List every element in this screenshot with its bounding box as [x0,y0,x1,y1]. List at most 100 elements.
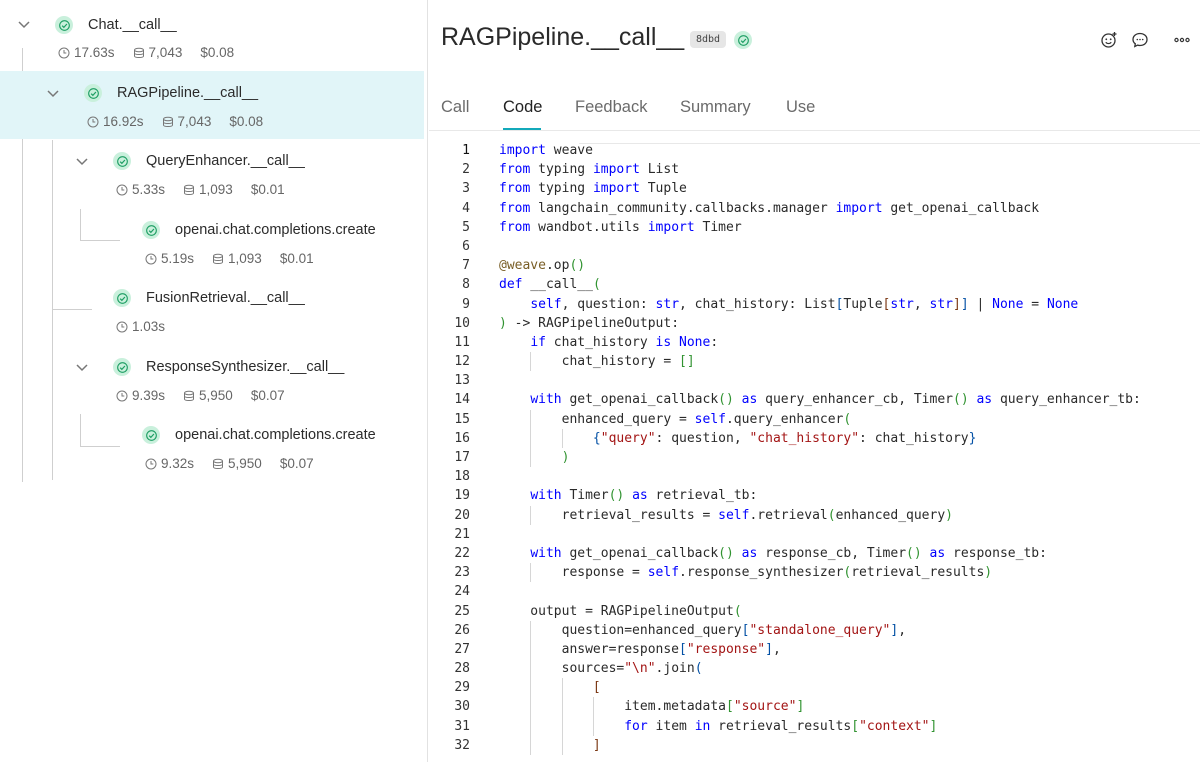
code-line: 26 question=enhanced_query["standalone_q… [429,620,1200,640]
node-cost: $0.01 [250,182,285,197]
tab-call[interactable]: Call [441,98,469,117]
chevron-down-icon[interactable] [45,85,61,101]
tree-node-name: Chat.__call__ [88,17,177,33]
code-text: with Timer() as retrieval_tb: [530,488,758,504]
success-check-icon [113,289,131,307]
line-number: 28 [454,661,470,677]
tree-node-chat-call[interactable]: Chat.__call__ 17.63s 7,043 $0.08 [0,3,424,71]
code-line: 1 import weave [429,141,1200,160]
tree-node-fusionretrieval-call[interactable]: FusionRetrieval.__call__ 1.03s [0,278,424,346]
tree-node-meta: 5.19s 1,093 $0.01 [145,251,314,266]
code-text: [ [592,680,601,696]
code-line: 9 self, question: str, chat_history: Lis… [429,295,1200,314]
tab-bar: Call Code Feedback Summary Use [429,84,1200,132]
code-text: response = self.response_synthesizer(ret… [499,565,993,581]
code-text: @weave.op() [499,258,586,274]
line-number: 22 [454,545,470,561]
line-number: 21 [454,526,470,542]
code-text: output = RAGPipelineOutput( [499,603,742,619]
call-detail-panel: RAGPipeline.__call__ 8dbd Call Code Feed… [429,0,1200,762]
tree-node-name: FusionRetrieval.__call__ [146,290,305,306]
tab-use[interactable]: Use [786,98,815,117]
tab-code[interactable]: Code [503,98,542,117]
node-duration: 5.33s [132,182,166,197]
add-reaction-icon[interactable] [1099,30,1119,50]
line-number: 14 [454,392,470,408]
code-line: 11 if chat_history is None: [429,333,1200,352]
node-duration: 17.63s [74,45,115,60]
success-check-icon [142,426,160,444]
success-check-icon [113,152,131,170]
code-text: from typing import List [499,162,680,178]
success-check-icon [55,16,73,34]
code-text: question=enhanced_query["standalone_quer… [499,622,907,638]
code-line: 17 ) [429,448,1200,468]
tab-feedback[interactable]: Feedback [575,98,647,117]
chevron-down-icon[interactable] [74,359,90,375]
divider [429,130,1200,131]
success-check-icon [113,358,131,376]
code-line: 24 [429,582,1200,601]
tree-node-responsesynthesizer-call[interactable]: ResponseSynthesizer.__call__ 9.39s 5,950… [0,346,424,414]
line-number: 15 [454,411,470,427]
page-title: RAGPipeline.__call__ [441,23,685,51]
version-hash-badge: 8dbd [690,31,727,48]
code-line: 31 for item in retrieval_results["contex… [429,716,1200,736]
line-number: 12 [454,354,470,370]
line-number: 4 [462,200,470,216]
token-icon [213,458,224,469]
comment-icon[interactable] [1130,30,1150,50]
code-line: 18 [429,467,1200,486]
code-text: if chat_history is None: [530,334,719,350]
success-check-icon [734,31,752,49]
tree-node-name: ResponseSynthesizer.__call__ [146,359,345,375]
tree-node-name: QueryEnhancer.__call__ [146,153,305,169]
code-text: {"query": question, "chat_history": chat… [592,430,977,446]
code-text: ) -> RAGPipelineOutput: [499,315,680,331]
line-number: 30 [454,699,470,715]
line-number: 19 [454,488,470,504]
node-cost: $0.01 [279,251,314,266]
clock-icon [145,253,157,264]
code-text: ) [561,450,570,465]
code-line: 14 with get_openai_callback() as query_e… [429,390,1200,409]
code-line: 22 with get_openai_callback() as respons… [429,544,1200,563]
token-icon [184,184,195,195]
code-text: retrieval_results = self.retrieval(enhan… [499,507,953,523]
line-number: 6 [462,238,470,254]
code-line: 7 @weave.op() [429,256,1200,275]
line-number: 11 [454,334,470,350]
clock-icon [58,47,70,58]
tab-summary[interactable]: Summary [680,98,751,117]
success-check-icon [84,84,102,102]
tree-node-openai-create-1[interactable]: openai.chat.completions.create 5.19s 1,0… [0,209,424,277]
code-text: from wandbot.utils import Timer [499,219,742,235]
code-line: 6 [429,237,1200,256]
node-cost: $0.07 [250,388,285,403]
code-text: ] [592,737,601,753]
code-line: 29 [ [429,678,1200,698]
tree-node-name: openai.chat.completions.create [175,427,376,443]
tree-node-openai-create-2[interactable]: openai.chat.completions.create 9.32s 5,9… [0,415,424,483]
line-number: 25 [454,603,470,619]
more-options-icon[interactable] [1172,30,1192,50]
line-number: 1 [462,143,470,158]
line-number: 26 [454,622,470,638]
line-number: 27 [454,641,470,657]
tree-node-meta: 16.92s 7,043 $0.08 [87,114,263,129]
code-text: from langchain_community.callbacks.manag… [499,200,1040,216]
tree-node-queryenhancer-call[interactable]: QueryEnhancer.__call__ 5.33s 1,093 $0.01 [0,140,424,208]
code-text: import weave [499,143,593,158]
tree-node-meta: 9.32s 5,950 $0.07 [145,456,314,471]
tree-node-ragpipeline-call[interactable]: RAGPipeline.__call__ 16.92s 7,043 $0.08 [0,71,424,139]
line-number: 3 [462,181,470,197]
success-check-icon [142,221,160,239]
chevron-down-icon[interactable] [16,16,32,32]
line-number: 16 [454,430,470,446]
chevron-down-icon[interactable] [74,153,90,169]
line-number: 32 [454,737,470,753]
code-viewer[interactable]: 1 import weave 2 from typing import List 3 fr… [429,141,1200,755]
code-text: with get_openai_callback() as response_c… [530,545,1047,561]
token-icon [213,253,224,264]
code-line: 5 from wandbot.utils import Timer [429,218,1200,237]
